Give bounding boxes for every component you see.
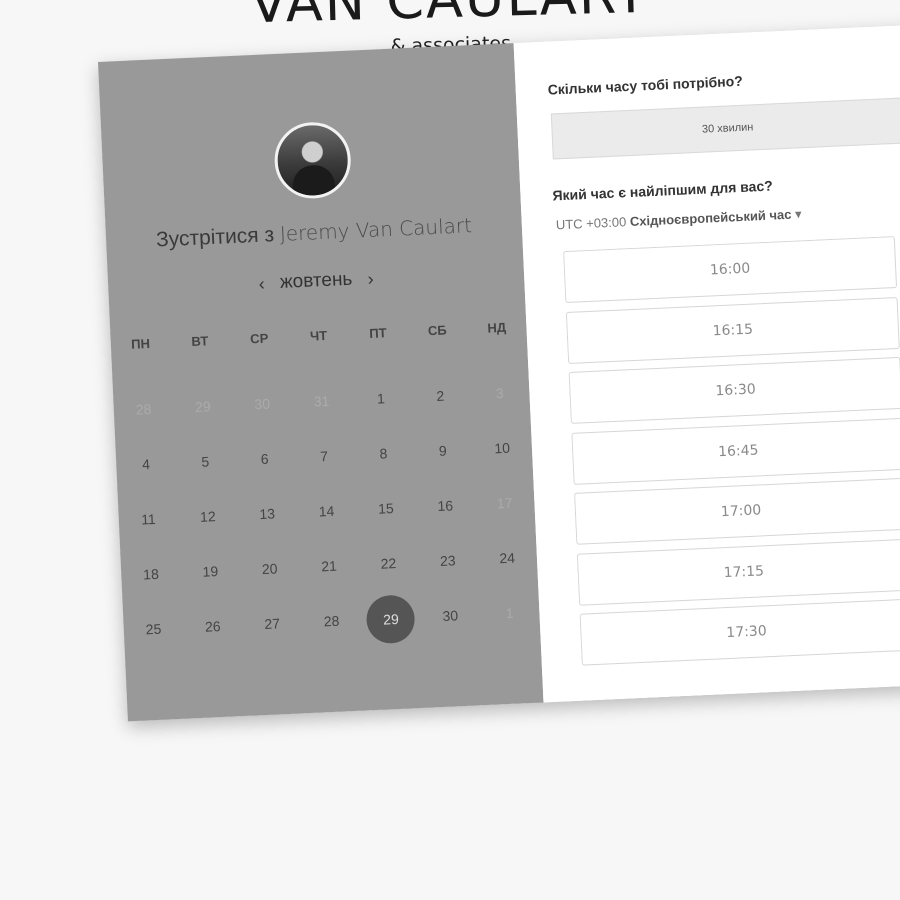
- calendar-day[interactable]: 9: [413, 426, 473, 484]
- calendar-day: 28: [135, 400, 152, 418]
- weekday-label: ПН: [130, 335, 151, 352]
- time-question: Який час є найліпшим для вас?: [552, 177, 774, 204]
- weekday-label: СБ: [427, 322, 448, 339]
- calendar-day: 17: [496, 494, 513, 512]
- calendar-day: 29: [194, 398, 212, 415]
- calendar-day[interactable]: 28: [302, 597, 362, 655]
- timezone-select[interactable]: UTC +03:00 Східноєвропейський час ▾: [556, 206, 802, 233]
- calendar-day[interactable]: 13: [237, 489, 297, 547]
- time-slot[interactable]: 16:15: [565, 296, 900, 364]
- calendar-day[interactable]: 20: [240, 544, 300, 602]
- calendar-day[interactable]: 14: [297, 487, 357, 545]
- weekday-label: ВТ: [191, 333, 209, 350]
- time-slot[interactable]: 17:15: [576, 538, 900, 606]
- time-slot-list: 16:00 16:15 16:30 16:45 17:00 17:15 17:3…: [563, 236, 900, 671]
- prev-month-icon[interactable]: ‹: [248, 273, 275, 295]
- host-name: Jeremy Van Caulart: [279, 213, 473, 246]
- weekday-label: НД: [487, 319, 507, 336]
- calendar-day: 3: [495, 384, 504, 402]
- calendar-day[interactable]: 5: [175, 437, 235, 495]
- time-slot[interactable]: 17:30: [579, 598, 900, 666]
- calendar-day[interactable]: 25: [123, 605, 183, 663]
- calendar-day[interactable]: 11: [118, 495, 178, 553]
- month-label: жовтень: [279, 268, 353, 293]
- calendar-day[interactable]: 24: [477, 534, 537, 592]
- calendar-day[interactable]: 23: [418, 536, 478, 594]
- meeting-prefix: Зустрітися з: [155, 223, 275, 252]
- calendar-day: 31: [313, 392, 330, 410]
- calendar-day[interactable]: 15: [356, 484, 416, 542]
- calendar-day[interactable]: 7: [294, 432, 354, 490]
- calendar-day[interactable]: 18: [121, 550, 181, 608]
- calendar-day[interactable]: 2: [410, 372, 470, 430]
- calendar-day: 30: [254, 395, 271, 413]
- calendar-panel: Зустрітися з Jeremy Van Caulart ‹ жовтен…: [98, 43, 544, 722]
- time-panel: Скільки часу тобі потрібно? 30 хвилин Як…: [513, 22, 900, 703]
- weekday-label: СР: [249, 330, 269, 347]
- month-navigation: ‹ жовтень ›: [108, 261, 525, 302]
- chevron-down-icon: ▾: [794, 206, 802, 222]
- calendar-day[interactable]: 22: [358, 539, 418, 597]
- calendar-day[interactable]: 4: [116, 440, 176, 498]
- booking-card: Зустрітися з Jeremy Van Caulart ‹ жовтен…: [98, 22, 900, 722]
- timezone-offset: UTC +03:00: [555, 214, 627, 233]
- calendar-grid: 28 29 30 31 1 2 3 4 5 6 7 8 9 10 11 12 1…: [113, 369, 541, 663]
- calendar-day[interactable]: 27: [242, 599, 302, 657]
- weekday-label: ЧТ: [309, 327, 328, 344]
- time-slot[interactable]: 16:45: [571, 417, 900, 485]
- calendar-day[interactable]: 1: [351, 374, 411, 432]
- weekday-header: ПН ВТ СР ЧТ ПТ СБ НД: [111, 319, 527, 353]
- calendar-day[interactable]: 30: [420, 591, 480, 649]
- duration-question: Скільки часу тобі потрібно?: [547, 72, 744, 98]
- time-slot[interactable]: 17:00: [574, 477, 900, 545]
- calendar-day[interactable]: 12: [178, 492, 238, 550]
- host-avatar: [272, 120, 353, 201]
- calendar-day[interactable]: 10: [472, 424, 532, 482]
- calendar-day[interactable]: 6: [235, 435, 295, 493]
- calendar-day-selected[interactable]: 29: [361, 594, 421, 652]
- calendar-day[interactable]: 26: [183, 602, 243, 660]
- time-slot[interactable]: 16:00: [563, 236, 898, 304]
- time-slot[interactable]: 16:30: [568, 356, 900, 424]
- calendar-day[interactable]: 19: [180, 547, 240, 605]
- calendar-day: 1: [505, 604, 514, 622]
- weekday-label: ПТ: [368, 325, 387, 341]
- calendar-day[interactable]: 8: [353, 429, 413, 487]
- duration-select[interactable]: 30 хвилин: [550, 97, 900, 160]
- calendar-day[interactable]: 16: [415, 481, 475, 539]
- next-month-icon[interactable]: ›: [357, 268, 384, 290]
- meeting-title: Зустрітися з Jeremy Van Caulart: [106, 211, 523, 255]
- timezone-name: Східноєвропейський час: [629, 206, 792, 230]
- calendar-day[interactable]: 21: [299, 542, 359, 600]
